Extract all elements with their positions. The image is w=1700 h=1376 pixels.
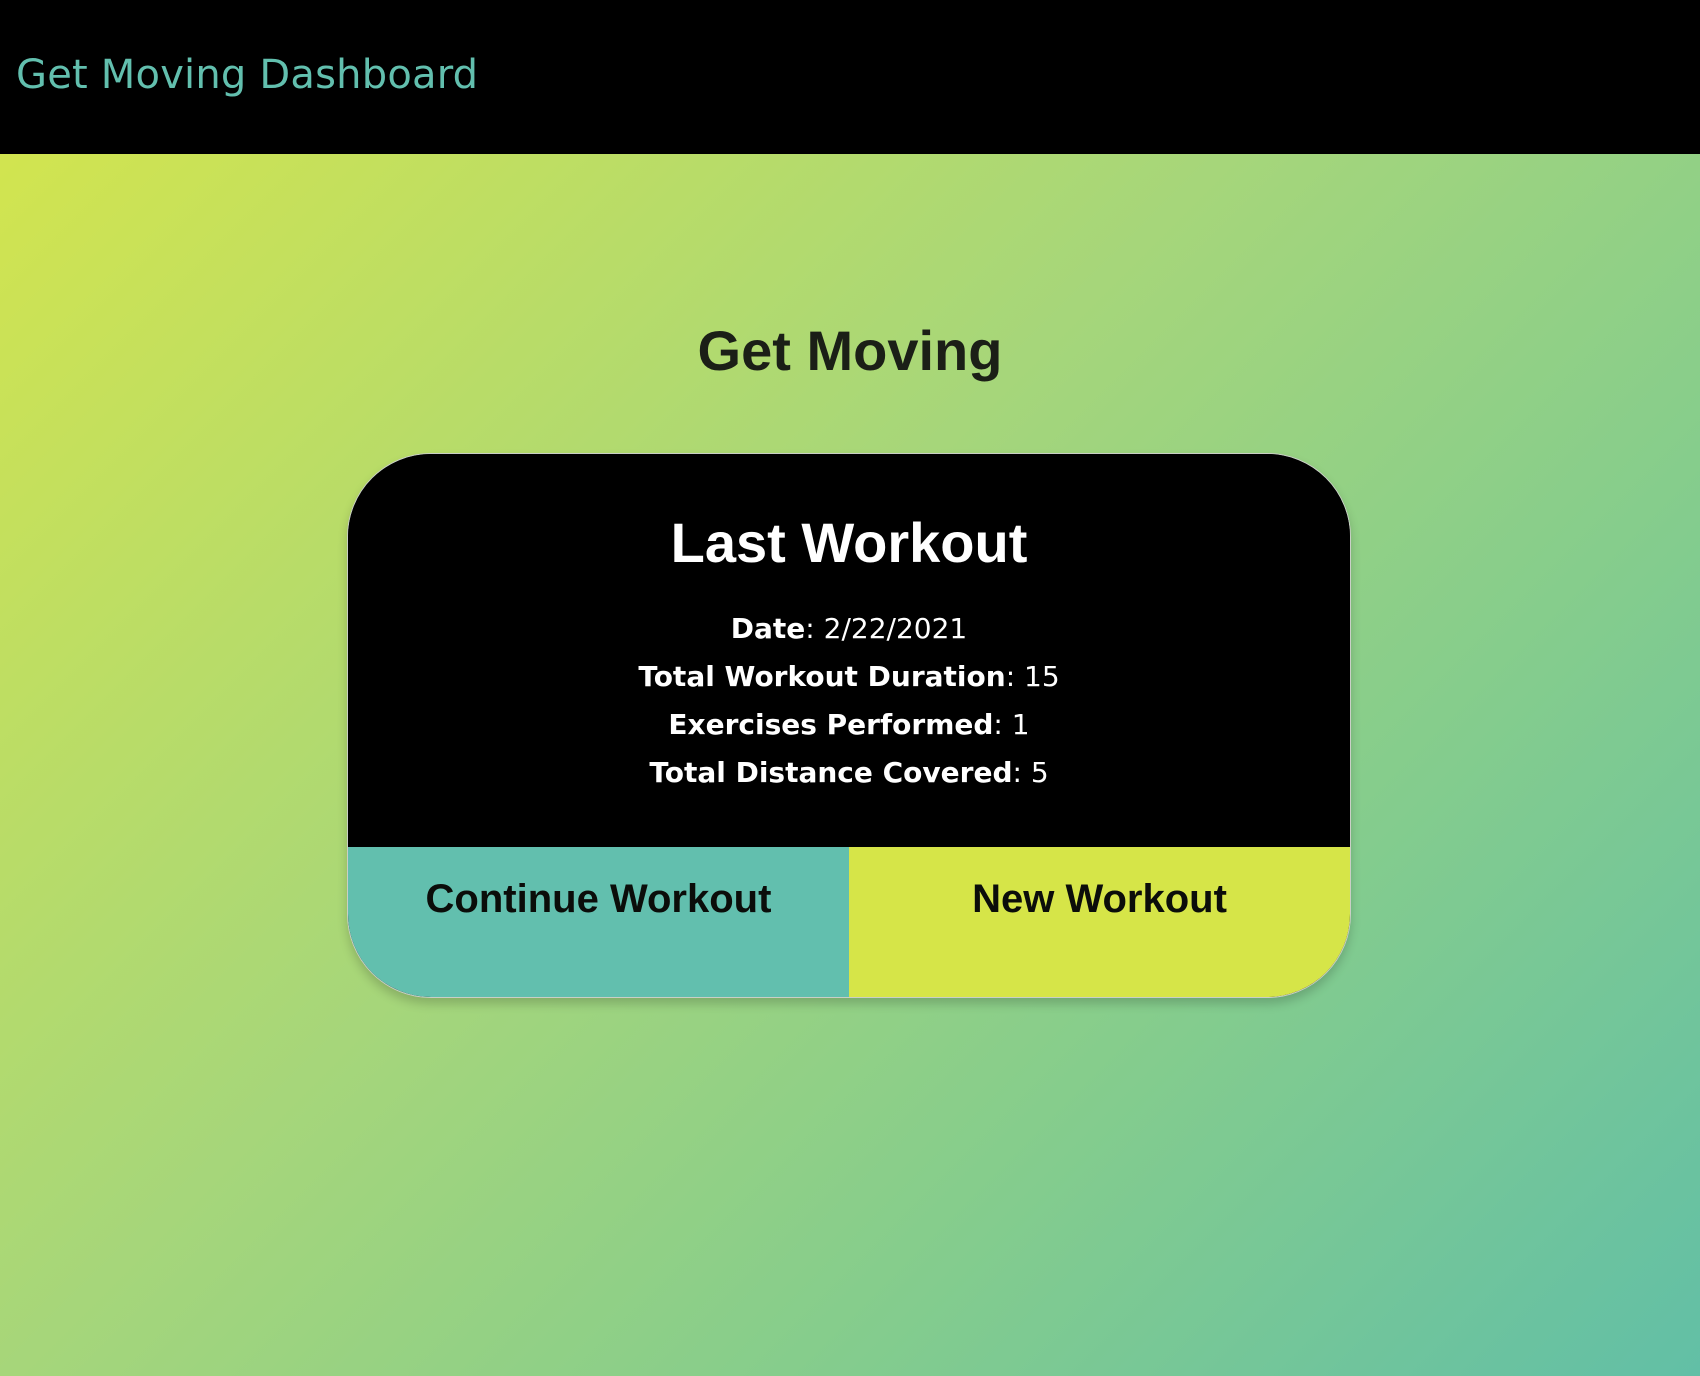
last-workout-summary: Last Workout Date: 2/22/2021 Total Worko… [348, 454, 1350, 847]
stat-label: Date [730, 612, 806, 645]
last-workout-card: Last Workout Date: 2/22/2021 Total Worko… [347, 453, 1351, 998]
stat-value: : 15 [1005, 660, 1060, 693]
stat-date: Date: 2/22/2021 [348, 605, 1350, 653]
stat-exercises: Exercises Performed: 1 [348, 701, 1350, 749]
continue-workout-button[interactable]: Continue Workout [348, 847, 849, 997]
top-navbar: Get Moving Dashboard [0, 0, 1700, 154]
stat-label: Exercises Performed [668, 708, 994, 741]
stat-value: : 5 [1012, 756, 1049, 789]
stat-value: : 2/22/2021 [805, 612, 968, 645]
page-title: Get Moving [697, 319, 1003, 382]
continue-workout-label: Continue Workout [425, 877, 772, 921]
new-workout-button[interactable]: New Workout [849, 847, 1350, 997]
stat-duration: Total Workout Duration: 15 [348, 653, 1350, 701]
stat-value: : 1 [993, 708, 1030, 741]
workout-stats: Date: 2/22/2021 Total Workout Duration: … [348, 605, 1350, 797]
stat-label: Total Workout Duration [638, 660, 1006, 693]
stat-distance: Total Distance Covered: 5 [348, 749, 1350, 797]
new-workout-label: New Workout [972, 877, 1227, 921]
brand-title[interactable]: Get Moving Dashboard [16, 52, 478, 98]
card-title: Last Workout [670, 511, 1028, 574]
stat-label: Total Distance Covered [649, 756, 1013, 789]
